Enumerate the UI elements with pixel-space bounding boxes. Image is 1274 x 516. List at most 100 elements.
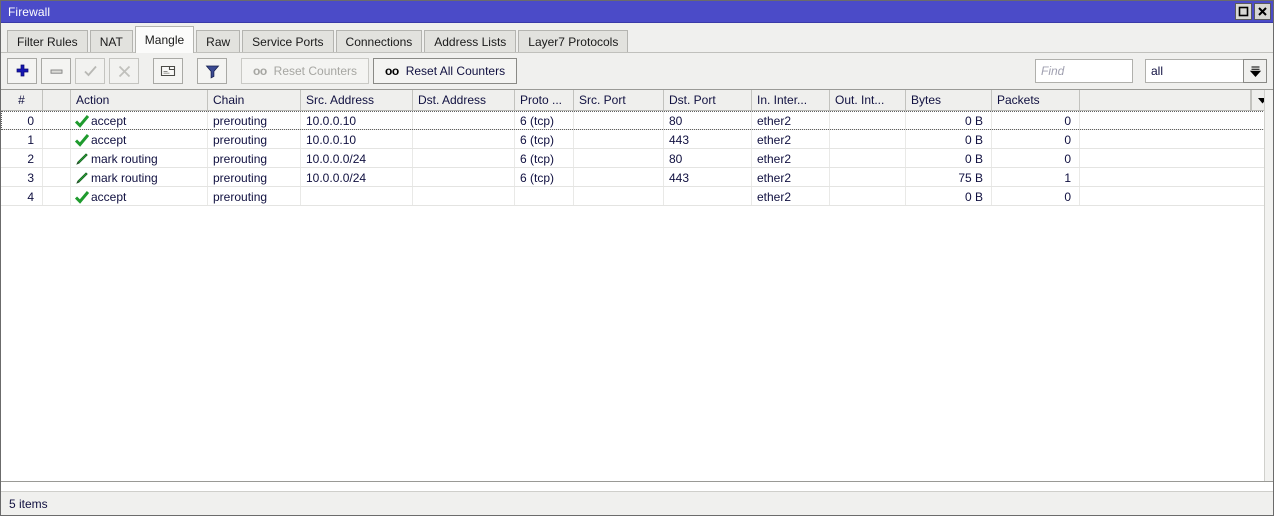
table-header-row: # Action Chain Src. Address Dst. Address… (1, 90, 1273, 111)
table-row[interactable]: 1 accept prerouting 10.0.0.10 6 (tcp) 443 ethe… (1, 130, 1273, 149)
tab-address-lists[interactable]: Address Lists (424, 30, 517, 52)
tab-raw[interactable]: Raw (196, 30, 241, 52)
tab-service-ports[interactable]: Service Ports (242, 30, 334, 52)
reset-all-counters-button[interactable]: oo Reset All Counters (373, 58, 518, 84)
column-header-in-interface[interactable]: In. Inter... (752, 90, 830, 110)
table-body: 0 accept prerouting 10.0.0.10 6 (tcp) 80 ether… (1, 111, 1273, 481)
cross-icon (118, 65, 130, 77)
cell-flags (43, 111, 71, 129)
table-row[interactable]: 0 accept prerouting 10.0.0.10 6 (tcp) 80 ether… (1, 111, 1273, 130)
reset-all-counters-badge: oo (385, 64, 399, 78)
remove-button[interactable] (41, 58, 71, 84)
find-input[interactable]: Find (1035, 59, 1133, 83)
filter-button[interactable] (197, 58, 227, 84)
column-header-flags[interactable] (43, 90, 71, 110)
cell-dport: 443 (664, 168, 752, 186)
close-button[interactable] (1254, 3, 1271, 20)
cell-flags (43, 130, 71, 148)
column-header-src-port[interactable]: Src. Port (574, 90, 664, 110)
column-header-chain[interactable]: Chain (208, 90, 301, 110)
plus-icon (16, 64, 28, 76)
cell-sport (574, 168, 664, 186)
enable-button[interactable] (75, 58, 105, 84)
column-header-dst-port[interactable]: Dst. Port (664, 90, 752, 110)
cell-pkts: 1 (992, 168, 1080, 186)
cell-num: 0 (1, 111, 43, 129)
green-check-icon (75, 190, 89, 204)
close-icon (1258, 7, 1267, 16)
cell-bytes: 0 B (906, 187, 992, 205)
maximize-icon (1238, 6, 1249, 17)
filter-select[interactable]: all (1145, 59, 1267, 83)
cell-proto: 6 (tcp) (515, 149, 574, 167)
green-pencil-icon (75, 171, 89, 185)
cell-dst (413, 111, 515, 129)
cell-filler (1080, 130, 1273, 148)
comment-icon (160, 65, 176, 77)
reset-counters-label: Reset Counters (273, 64, 358, 78)
table-bottom-strip (1, 482, 1273, 491)
cell-src: 10.0.0.10 (301, 111, 413, 129)
find-placeholder: Find (1041, 64, 1065, 78)
tab-nat[interactable]: NAT (89, 30, 133, 52)
cell-num: 3 (1, 168, 43, 186)
cell-num: 1 (1, 130, 43, 148)
cell-outif (830, 168, 906, 186)
green-check-icon (75, 133, 89, 147)
table-row[interactable]: 2 mark routing prerouting 10.0.0.0/24 6 (tcp… (1, 149, 1273, 168)
cell-sport (574, 130, 664, 148)
column-header-protocol[interactable]: Proto ... (515, 90, 574, 110)
column-header-packets[interactable]: Packets (992, 90, 1080, 110)
cell-chain: prerouting (208, 187, 301, 205)
cell-sport (574, 149, 664, 167)
action-label: mark routing (91, 171, 158, 185)
cell-flags (43, 168, 71, 186)
cell-filler (1080, 168, 1273, 186)
filter-select-arrow-button[interactable] (1243, 59, 1267, 83)
cell-chain: prerouting (208, 168, 301, 186)
cell-dport: 443 (664, 130, 752, 148)
cell-inif: ether2 (752, 187, 830, 205)
cell-filler (1080, 149, 1273, 167)
window-titlebar[interactable]: Firewall (1, 1, 1273, 23)
cell-pkts: 0 (992, 187, 1080, 205)
tab-filter-rules[interactable]: Filter Rules (7, 30, 88, 52)
cell-flags (43, 149, 71, 167)
column-header-src-address[interactable]: Src. Address (301, 90, 413, 110)
maximize-button[interactable] (1235, 3, 1252, 20)
funnel-icon (205, 65, 219, 78)
green-pencil-icon (76, 152, 88, 165)
window-controls (1235, 3, 1271, 20)
tab-connections[interactable]: Connections (335, 30, 423, 52)
add-button[interactable] (7, 58, 37, 84)
action-label: accept (91, 190, 127, 204)
cell-action: mark routing (71, 168, 208, 186)
cell-num: 4 (1, 187, 43, 205)
cell-filler (1080, 111, 1273, 129)
cell-dst (413, 187, 515, 205)
cell-inif: ether2 (752, 111, 830, 129)
column-header-num[interactable]: # (1, 90, 43, 110)
table-row[interactable]: 3 mark routing prerouting 10.0.0.0/24 6 (tcp… (1, 168, 1273, 187)
cell-proto: 6 (tcp) (515, 168, 574, 186)
cell-action: accept (71, 130, 208, 148)
minus-icon (50, 69, 62, 74)
column-header-bytes[interactable]: Bytes (906, 90, 992, 110)
cell-dst (413, 168, 515, 186)
table-row[interactable]: 4 accept prerouting ether2 0 B0 (1, 187, 1273, 206)
reset-counters-button[interactable]: oo Reset Counters (241, 58, 370, 84)
cell-bytes: 75 B (906, 168, 992, 186)
column-header-out-interface[interactable]: Out. Int... (830, 90, 906, 110)
action-label: accept (91, 133, 127, 147)
column-header-dst-address[interactable]: Dst. Address (413, 90, 515, 110)
comment-button[interactable] (153, 58, 183, 84)
vertical-scrollbar[interactable] (1264, 90, 1273, 481)
cell-dst (413, 149, 515, 167)
green-check-icon (75, 114, 89, 128)
column-header-action[interactable]: Action (71, 90, 208, 110)
tab-layer7-protocols[interactable]: Layer7 Protocols (518, 30, 629, 52)
filter-select-value[interactable]: all (1145, 59, 1243, 83)
green-pencil-icon (76, 171, 88, 184)
tab-mangle[interactable]: Mangle (134, 26, 195, 53)
disable-button[interactable] (109, 58, 139, 84)
